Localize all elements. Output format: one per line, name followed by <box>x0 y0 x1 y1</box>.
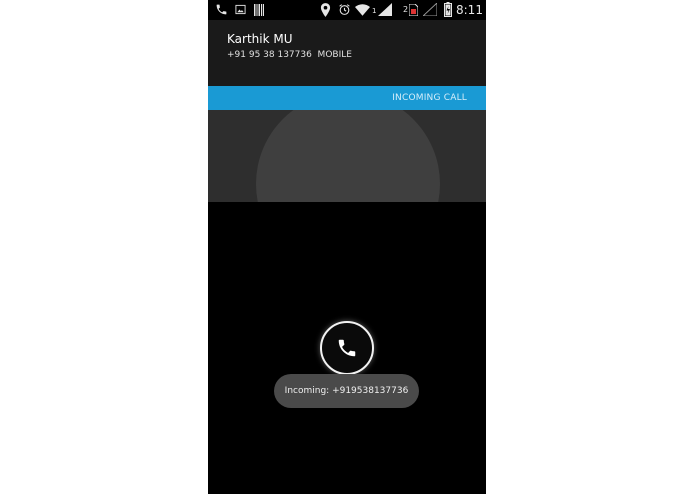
signal-icon <box>378 3 392 16</box>
call-state-bar: INCOMING CALL <box>208 86 486 110</box>
caller-photo-area <box>208 110 486 202</box>
sim-card-icon <box>409 4 418 16</box>
phone-icon <box>338 339 356 357</box>
incoming-toast: Incoming: +919538137736 <box>274 374 419 408</box>
barcode-icon <box>254 4 264 16</box>
caller-number: +91 95 38 137736 MOBILE <box>227 50 352 60</box>
call-state-label: INCOMING CALL <box>392 93 467 103</box>
answer-call-button[interactable] <box>320 321 374 375</box>
no-signal-icon <box>423 3 437 16</box>
status-bar: 1 2 8:11 <box>208 0 486 20</box>
caller-header: Karthik MU +91 95 38 137736 MOBILE <box>208 20 486 86</box>
caller-photo-placeholder <box>256 110 440 202</box>
wifi-icon <box>355 4 370 16</box>
location-icon <box>320 3 331 17</box>
toast-text: Incoming: +919538137736 <box>284 386 409 396</box>
battery-icon <box>444 2 452 17</box>
sim2-label: 2 <box>403 5 409 14</box>
image-icon <box>235 4 246 15</box>
sim1-label: 1 <box>372 7 377 15</box>
status-time: 8:11 <box>456 3 483 17</box>
phone-icon <box>216 4 227 15</box>
caller-name: Karthik MU <box>227 32 293 46</box>
phone-screen: 1 2 8:11 Karthik MU +91 95 38 137736 MOB… <box>208 0 486 494</box>
alarm-icon <box>339 4 350 15</box>
